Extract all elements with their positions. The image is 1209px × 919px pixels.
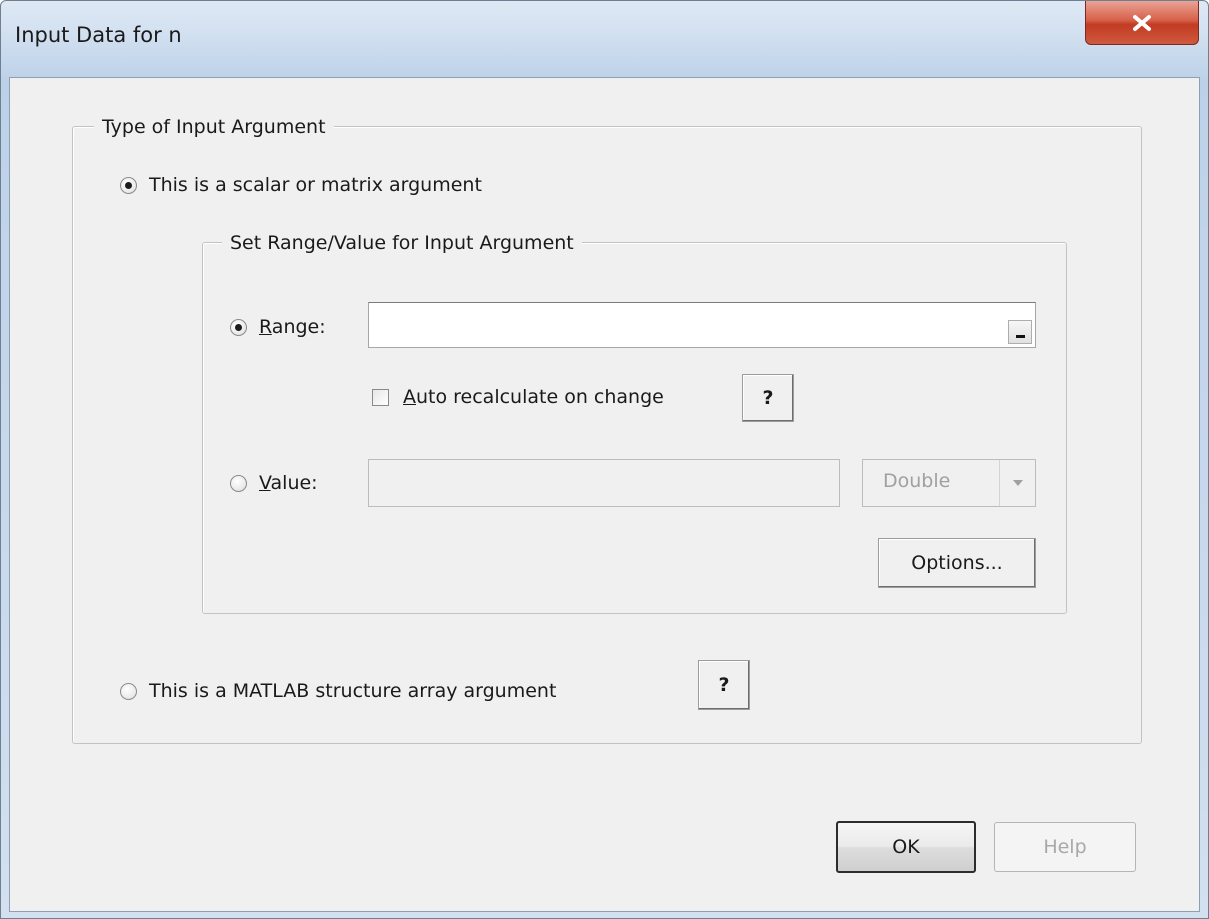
auto-recalc-help-button[interactable]: ?: [742, 374, 794, 422]
help-button[interactable]: Help: [994, 822, 1136, 872]
struct-radio-row[interactable]: This is a MATLAB structure array argumen…: [120, 680, 556, 702]
dialog-window: Input Data for n Type of Input Argument …: [0, 0, 1209, 919]
combo-arrow[interactable]: [999, 460, 1035, 506]
chevron-down-icon: [1012, 480, 1023, 486]
struct-radio-label: This is a MATLAB structure array argumen…: [149, 680, 557, 702]
range-select-button[interactable]: [1008, 320, 1032, 344]
value-radio-label: Value:: [259, 472, 318, 494]
title-bar[interactable]: Input Data for n: [1, 1, 1208, 77]
range-radio-row[interactable]: Range:: [230, 316, 326, 338]
struct-radio[interactable]: [120, 682, 137, 700]
range-value-legend: Set Range/Value for Input Argument: [222, 232, 582, 254]
type-combo-value: Double: [883, 470, 951, 492]
range-radio-label: Range:: [259, 316, 326, 338]
value-radio-row[interactable]: Value:: [230, 472, 318, 494]
close-button[interactable]: [1085, 1, 1199, 45]
range-input[interactable]: [368, 302, 1036, 348]
ok-button[interactable]: OK: [836, 821, 976, 873]
auto-recalc-label: Auto recalculate on change: [403, 386, 664, 408]
value-input[interactable]: [368, 459, 840, 507]
auto-recalc-checkbox[interactable]: [372, 388, 389, 406]
auto-recalc-row[interactable]: Auto recalculate on change: [372, 386, 664, 408]
struct-help-button[interactable]: ?: [698, 660, 750, 710]
close-icon: [1133, 14, 1151, 31]
window-title: Input Data for n: [15, 23, 182, 47]
range-radio[interactable]: [230, 318, 247, 336]
options-button[interactable]: Options...: [878, 538, 1036, 588]
value-radio[interactable]: [230, 474, 247, 492]
type-of-input-legend: Type of Input Argument: [94, 116, 334, 138]
scalar-radio-label: This is a scalar or matrix argument: [149, 174, 482, 196]
dialog-client-area: Type of Input Argument This is a scalar …: [9, 77, 1200, 912]
scalar-radio[interactable]: [120, 176, 137, 194]
type-combo[interactable]: Double: [862, 459, 1036, 507]
scalar-radio-row[interactable]: This is a scalar or matrix argument: [120, 174, 482, 196]
